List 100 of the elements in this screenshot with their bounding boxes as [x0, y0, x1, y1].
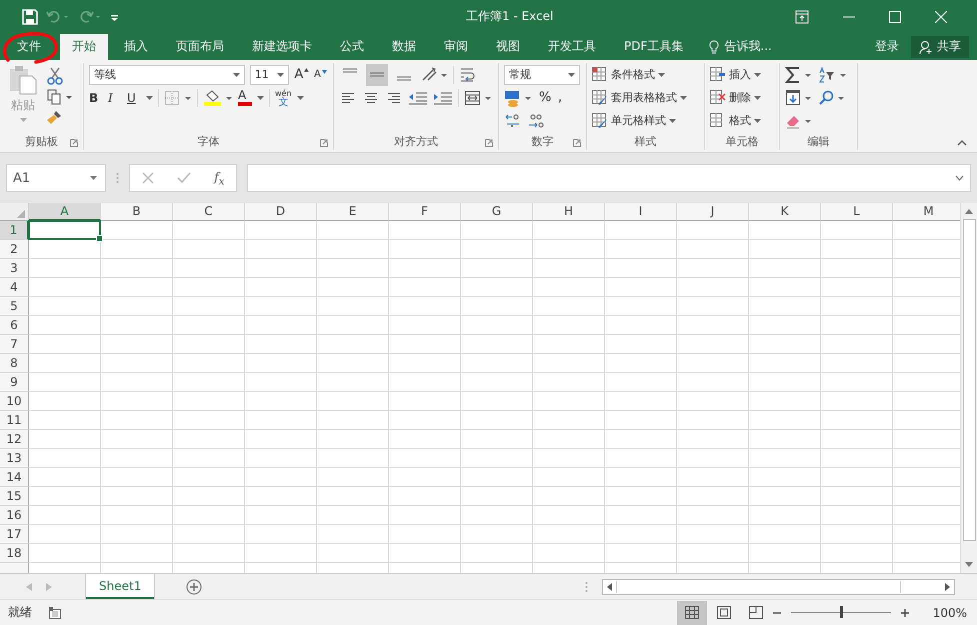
number-format-button[interactable]: %	[539, 90, 553, 106]
row-header[interactable]: 1	[0, 221, 29, 240]
dialog-launcher-icon[interactable]	[485, 139, 493, 148]
formula-input[interactable]	[247, 164, 971, 192]
add-sheet-icon[interactable]	[186, 578, 202, 595]
currency-icon[interactable]	[504, 88, 534, 107]
search-icon[interactable]	[818, 88, 846, 107]
zoom-level[interactable]: 100%	[932, 606, 967, 620]
copy-icon[interactable]	[47, 88, 73, 105]
row-header[interactable]: 6	[0, 316, 29, 336]
grow-font-button[interactable]: A	[294, 67, 309, 82]
decrease-indent-icon[interactable]	[408, 90, 428, 106]
row-header[interactable]: 3	[0, 259, 29, 278]
number-format-button[interactable]: ,	[558, 90, 572, 106]
ribbon-tab[interactable]: 新建选项卡	[240, 34, 324, 60]
row-header[interactable]: 13	[0, 449, 29, 468]
column-header[interactable]: J	[677, 203, 749, 222]
row-header[interactable]: 11	[0, 411, 29, 430]
column-header[interactable]: D	[245, 203, 317, 222]
font-size-field[interactable]: 11	[250, 64, 290, 85]
ribbon-tab[interactable]: PDF工具集	[612, 34, 696, 60]
increase-decimal-icon[interactable]	[504, 112, 522, 129]
row-header[interactable]: 4	[0, 278, 29, 298]
row-header[interactable]: 14	[0, 468, 29, 488]
borders-icon[interactable]	[164, 90, 192, 106]
styles-menu-button[interactable]: 套用表格格式	[592, 88, 699, 108]
cells-menu-button[interactable]: 插入	[710, 64, 774, 85]
phonetic-guide-button[interactable]: wén 文	[275, 88, 292, 107]
row-header[interactable]: 8	[0, 354, 29, 374]
font-style-button[interactable]: I	[108, 90, 122, 105]
merge-cells-icon[interactable]	[464, 90, 492, 106]
column-header[interactable]: C	[173, 203, 245, 222]
row-header[interactable]: 10	[0, 392, 29, 412]
caret-icon[interactable]	[296, 96, 304, 100]
name-box[interactable]: A1	[6, 164, 106, 192]
row-header[interactable]: 16	[0, 506, 29, 526]
row-header[interactable]: 7	[0, 335, 29, 354]
cells-menu-button[interactable]: 格式	[710, 110, 774, 131]
cells-menu-button[interactable]: 删除	[710, 88, 774, 108]
ribbon-tab[interactable]: 视图	[484, 34, 532, 60]
scroll-up-icon[interactable]	[965, 209, 973, 214]
row-header[interactable]: 5	[0, 297, 29, 316]
ribbon-display-icon[interactable]	[795, 10, 809, 24]
dialog-launcher-icon[interactable]	[320, 139, 328, 148]
wrap-text-icon[interactable]	[459, 66, 477, 84]
expand-chevron-icon[interactable]	[955, 175, 964, 182]
scroll-left-icon[interactable]	[607, 582, 612, 591]
active-cell[interactable]	[28, 220, 101, 240]
middle-align-icon[interactable]	[366, 64, 388, 86]
collapse-ribbon-icon[interactable]	[957, 140, 967, 146]
column-header[interactable]: B	[101, 203, 173, 222]
scissors-icon[interactable]	[47, 66, 63, 85]
horizontal-scrollbar[interactable]	[602, 578, 955, 595]
column-header[interactable]: A	[29, 203, 101, 222]
sort-filter-icon[interactable]	[818, 66, 848, 84]
scroll-right-icon[interactable]	[945, 582, 950, 591]
ribbon-tab[interactable]: 审阅	[432, 34, 480, 60]
row-header[interactable]: 9	[0, 373, 29, 392]
dialog-launcher-icon[interactable]	[573, 139, 581, 148]
sheet-tab[interactable]: Sheet1	[86, 574, 154, 600]
row-header[interactable]: 12	[0, 430, 29, 450]
caret-icon[interactable]	[146, 96, 153, 100]
decrease-decimal-icon[interactable]	[527, 112, 545, 129]
share-button[interactable]: 共享	[911, 36, 969, 58]
row-header[interactable]: 2	[0, 240, 29, 260]
ribbon-tab[interactable]: 数据	[380, 34, 428, 60]
zoom-in-icon[interactable]	[900, 608, 909, 617]
close-icon[interactable]	[935, 10, 947, 23]
ribbon-tab[interactable]: 文件	[0, 34, 58, 60]
column-header[interactable]: L	[821, 203, 893, 222]
font-color-button[interactable]: A	[238, 89, 252, 106]
row-header[interactable]: 18	[0, 544, 29, 564]
ribbon-tab[interactable]: 开始	[60, 34, 108, 60]
font-name-field[interactable]: 等线	[89, 64, 245, 85]
column-header[interactable]: M	[893, 203, 960, 222]
save-icon[interactable]	[22, 8, 38, 25]
column-header[interactable]: F	[389, 203, 461, 222]
number-format-field[interactable]: 常规	[504, 64, 580, 85]
maximize-icon[interactable]	[889, 10, 901, 23]
ribbon-tab[interactable]: 页面布局	[164, 34, 236, 60]
paint-bucket-icon[interactable]	[203, 88, 233, 107]
sum-icon[interactable]	[785, 66, 813, 84]
row-header[interactable]: 17	[0, 525, 29, 544]
brush-icon[interactable]	[47, 108, 63, 125]
font-style-button[interactable]: U	[127, 90, 141, 105]
row-header[interactable]: 15	[0, 487, 29, 506]
checkmark-icon[interactable]	[176, 172, 191, 184]
insert-function-button[interactable]: f$_{x}$	[214, 170, 224, 187]
vertical-scrollbar[interactable]	[960, 203, 977, 574]
fill-down-icon[interactable]	[785, 88, 813, 107]
normal-view-button[interactable]	[676, 600, 707, 625]
tell-me-search[interactable]: 告诉我...	[699, 34, 782, 60]
zoom-slider[interactable]	[840, 606, 843, 618]
column-header[interactable]: I	[605, 203, 677, 222]
shrink-font-button[interactable]: A	[314, 69, 328, 80]
drag-handle-icon[interactable]	[116, 172, 119, 184]
font-style-button[interactable]: B	[89, 90, 103, 105]
increase-indent-icon[interactable]	[433, 90, 453, 106]
scroll-down-icon[interactable]	[965, 562, 973, 568]
ribbon-tab[interactable]: 插入	[112, 34, 160, 60]
